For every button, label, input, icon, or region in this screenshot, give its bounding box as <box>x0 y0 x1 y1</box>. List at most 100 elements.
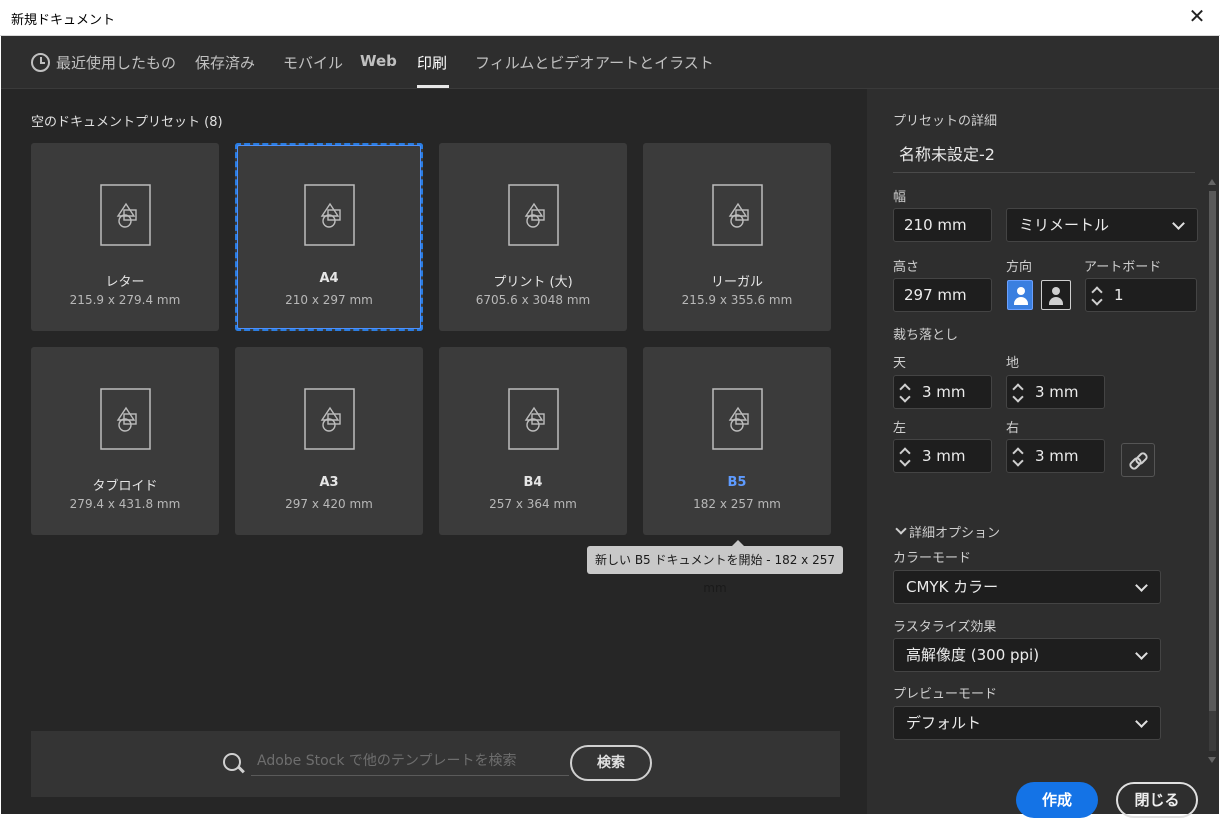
person-icon <box>1017 287 1025 295</box>
divider <box>893 172 1195 173</box>
preset-size: 6705.6 x 3048 mm <box>475 293 591 307</box>
stepper-icon[interactable] <box>894 376 916 408</box>
landscape-orientation-button[interactable] <box>1041 280 1071 310</box>
preset-card-tabloid[interactable]: タブロイド 279.4 x 431.8 mm <box>31 347 219 535</box>
portrait-orientation-button[interactable] <box>1007 280 1033 310</box>
person-icon <box>1052 287 1060 295</box>
preview-mode-value: デフォルト <box>906 714 982 732</box>
details-heading: プリセットの詳細 <box>893 114 998 129</box>
tab-saved[interactable]: 保存済み <box>195 52 255 73</box>
tab-web[interactable]: Web <box>360 52 397 70</box>
scroll-down-icon[interactable] <box>1208 757 1216 763</box>
person-icon-body <box>1049 297 1063 305</box>
search-button[interactable]: 検索 <box>570 745 652 781</box>
preset-card-a3[interactable]: A3 297 x 420 mm <box>235 347 423 535</box>
clock-icon <box>31 53 50 72</box>
close-icon[interactable]: ✕ <box>1186 4 1208 28</box>
document-icon <box>508 388 559 450</box>
tab-print[interactable]: 印刷 <box>417 52 447 73</box>
scroll-up-icon[interactable] <box>1208 179 1216 185</box>
preset-card-a4[interactable]: A4 210 x 297 mm <box>235 143 423 331</box>
document-icon <box>304 184 355 246</box>
width-label: 幅 <box>893 190 907 205</box>
artboard-label: アートボード <box>1084 260 1162 275</box>
bleed-label: 裁ち落とし <box>893 328 959 343</box>
tab-recent[interactable]: 最近使用したもの <box>56 52 176 73</box>
artboard-value: 1 <box>1114 286 1124 304</box>
details-scrollbar[interactable] <box>1207 179 1217 769</box>
preset-details-panel: プリセットの詳細 名称未設定-2 幅 210 mm ミリメートル 高さ 方向 ア… <box>867 89 1219 818</box>
create-button[interactable]: 作成 <box>1016 782 1098 818</box>
preset-card-print-large[interactable]: プリント (大) 6705.6 x 3048 mm <box>439 143 627 331</box>
height-input[interactable]: 297 mm <box>893 278 992 312</box>
preset-size: 257 x 364 mm <box>489 497 577 511</box>
chevron-down-icon <box>1135 579 1148 592</box>
category-tabs: 最近使用したもの 保存済み モバイル Web 印刷 フィルムとビデオ アートとイ… <box>1 36 1219 89</box>
bleed-top-label: 天 <box>893 356 907 371</box>
preset-card-b5[interactable]: B5 182 x 257 mm <box>643 347 831 535</box>
stepper-icon[interactable] <box>1007 376 1029 408</box>
bleed-right-label: 右 <box>1006 421 1020 436</box>
preset-size: 182 x 257 mm <box>693 497 781 511</box>
preset-name: プリント (大) <box>493 275 573 290</box>
scroll-thumb[interactable] <box>1209 191 1216 711</box>
orientation-label: 方向 <box>1006 260 1033 275</box>
preview-mode-dropdown[interactable]: デフォルト <box>893 706 1161 740</box>
preset-name: タブロイド <box>92 479 158 494</box>
document-icon <box>712 184 763 246</box>
document-name-field[interactable]: 名称未設定-2 <box>899 141 995 165</box>
preview-mode-label: プレビューモード <box>893 687 998 702</box>
artboard-count-input[interactable]: 1 <box>1085 278 1197 312</box>
width-input[interactable]: 210 mm <box>893 208 992 242</box>
preset-size: 215.9 x 279.4 mm <box>69 293 181 307</box>
stock-search-input[interactable] <box>251 747 569 776</box>
chevron-down-icon <box>1135 647 1148 660</box>
bleed-right-input[interactable]: 3 mm <box>1006 439 1105 473</box>
color-mode-label: カラーモード <box>893 551 972 566</box>
preset-card-letter[interactable]: レター 215.9 x 279.4 mm <box>31 143 219 331</box>
new-document-dialog: 最近使用したもの 保存済み モバイル Web 印刷 フィルムとビデオ アートとイ… <box>1 36 1219 818</box>
preset-name: B5 <box>727 475 747 490</box>
stepper-icon[interactable] <box>894 440 916 472</box>
preset-tooltip: 新しい B5 ドキュメントを開始 - 182 x 257 mm <box>587 540 843 595</box>
bleed-left-label: 左 <box>893 421 907 436</box>
bleed-right-value: 3 mm <box>1035 447 1079 465</box>
document-icon <box>508 184 559 246</box>
document-icon <box>100 388 151 450</box>
bleed-bottom-label: 地 <box>1006 356 1020 371</box>
search-icon <box>223 753 241 771</box>
person-icon-body <box>1014 297 1028 305</box>
raster-effects-value: 高解像度 (300 ppi) <box>906 646 1040 664</box>
preset-card-legal[interactable]: リーガル 215.9 x 355.6 mm <box>643 143 831 331</box>
active-tab-indicator <box>417 85 449 88</box>
bleed-top-value: 3 mm <box>922 383 966 401</box>
bleed-left-input[interactable]: 3 mm <box>893 439 992 473</box>
preset-card-b4[interactable]: B4 257 x 364 mm <box>439 347 627 535</box>
stock-search-bar: 検索 <box>31 731 840 797</box>
raster-effects-label: ラスタライズ効果 <box>893 620 997 635</box>
bleed-left-value: 3 mm <box>922 447 966 465</box>
advanced-options-toggle[interactable]: 詳細オプション <box>909 522 1000 541</box>
bleed-bottom-input[interactable]: 3 mm <box>1006 375 1105 409</box>
color-mode-dropdown[interactable]: CMYK カラー <box>893 570 1161 604</box>
preset-size: 215.9 x 355.6 mm <box>681 293 793 307</box>
title-bar: 新規ドキュメント ✕ <box>0 0 1220 36</box>
link-bleed-button[interactable] <box>1121 443 1155 477</box>
preset-name: A4 <box>319 271 339 286</box>
chevron-down-icon[interactable] <box>895 523 907 535</box>
height-label: 高さ <box>893 260 920 275</box>
raster-effects-dropdown[interactable]: 高解像度 (300 ppi) <box>893 638 1161 672</box>
tab-art-illustration[interactable]: アートとイラスト <box>595 52 714 73</box>
unit-dropdown[interactable]: ミリメートル <box>1006 208 1198 242</box>
close-button[interactable]: 閉じる <box>1116 782 1198 818</box>
tab-film-video[interactable]: フィルムとビデオ <box>475 52 594 73</box>
tab-mobile[interactable]: モバイル <box>283 52 343 73</box>
document-icon <box>304 388 355 450</box>
preset-name: A3 <box>319 475 339 490</box>
stepper-icon[interactable] <box>1007 440 1029 472</box>
preset-name: レター <box>105 275 145 290</box>
stepper-icon[interactable] <box>1086 279 1108 311</box>
bleed-top-input[interactable]: 3 mm <box>893 375 992 409</box>
presets-heading: 空のドキュメントプリセット (8) <box>31 115 223 130</box>
window-title: 新規ドキュメント <box>11 13 116 28</box>
